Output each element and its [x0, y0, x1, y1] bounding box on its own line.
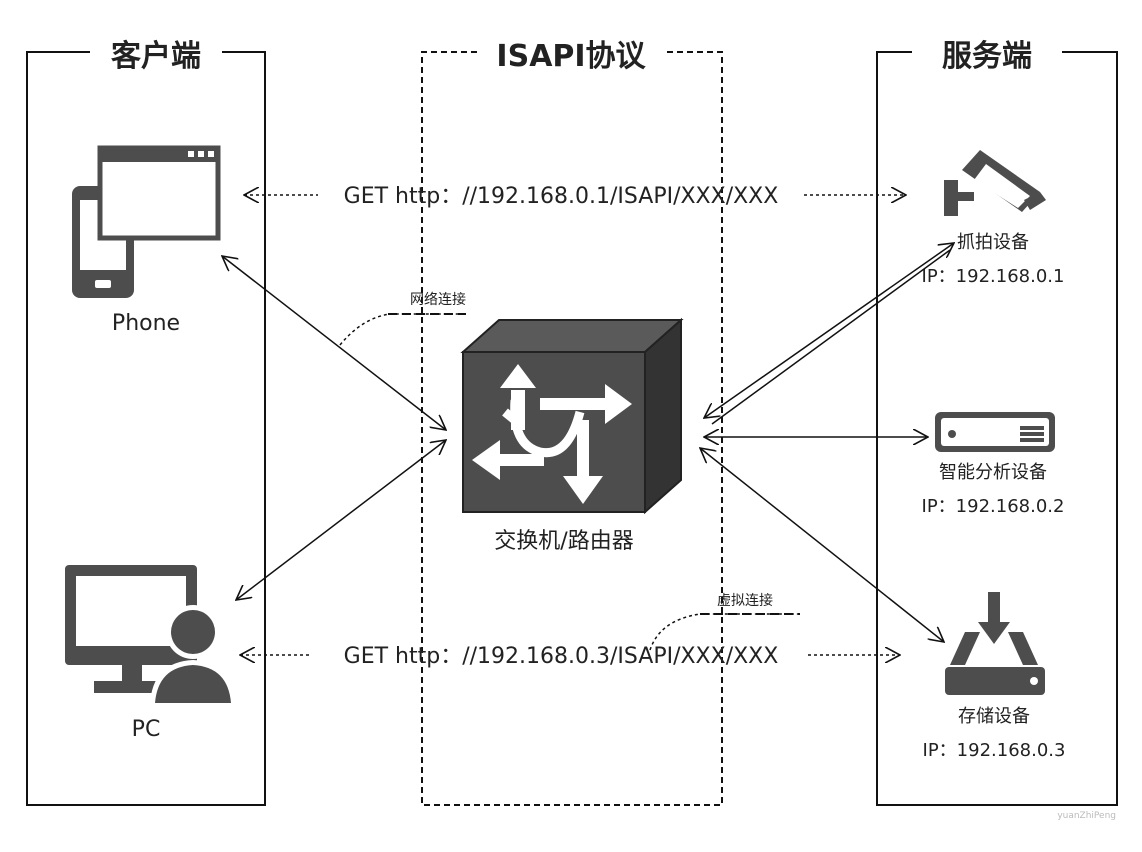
- virtual-annotation: 虚拟连接: [649, 592, 800, 651]
- camera-name: 抓拍设备: [957, 232, 1029, 253]
- pc-icon: [65, 565, 236, 705]
- phone-icon: [72, 145, 221, 298]
- camera-ip: IP：192.168.0.1: [922, 266, 1065, 287]
- watermark: yuanZhiPeng: [1057, 811, 1116, 821]
- analysis-name: 智能分析设备: [939, 462, 1047, 483]
- router-label: 交换机/路由器: [494, 529, 633, 554]
- request-top-text: GET http：//192.168.0.1/ISAPI/XXX/XXX: [344, 184, 779, 209]
- network-annotation: 网络连接: [339, 291, 466, 346]
- storage-router-connection: [700, 448, 944, 642]
- camera-icon: [944, 150, 1046, 216]
- router-icon: [460, 317, 684, 515]
- storage-name: 存储设备: [958, 706, 1030, 727]
- virtual-annotation-text: 虚拟连接: [717, 592, 773, 609]
- protocol-panel-title: ISAPI协议: [496, 39, 646, 74]
- phone-label: Phone: [112, 311, 180, 336]
- storage-ip: IP：192.168.0.3: [923, 740, 1066, 761]
- camera-router-connection: [704, 243, 954, 418]
- pc-router-connection: [236, 440, 446, 600]
- phone-router-connection: [222, 256, 446, 430]
- isapi-diagram: 客户端 ISAPI协议 服务端 Phone PC 交换机/路由器 抓拍设备 IP…: [26, 39, 1118, 821]
- request-bottom-text: GET http：//192.168.0.3/ISAPI/XXX/XXX: [344, 644, 779, 669]
- analysis-ip: IP：192.168.0.2: [922, 496, 1065, 517]
- storage-icon: [945, 592, 1045, 695]
- network-annotation-text: 网络连接: [410, 291, 466, 308]
- pc-label: PC: [132, 717, 161, 742]
- server-panel-title: 服务端: [942, 39, 1032, 74]
- analysis-device-icon: [935, 412, 1055, 452]
- client-panel-title: 客户端: [111, 39, 201, 74]
